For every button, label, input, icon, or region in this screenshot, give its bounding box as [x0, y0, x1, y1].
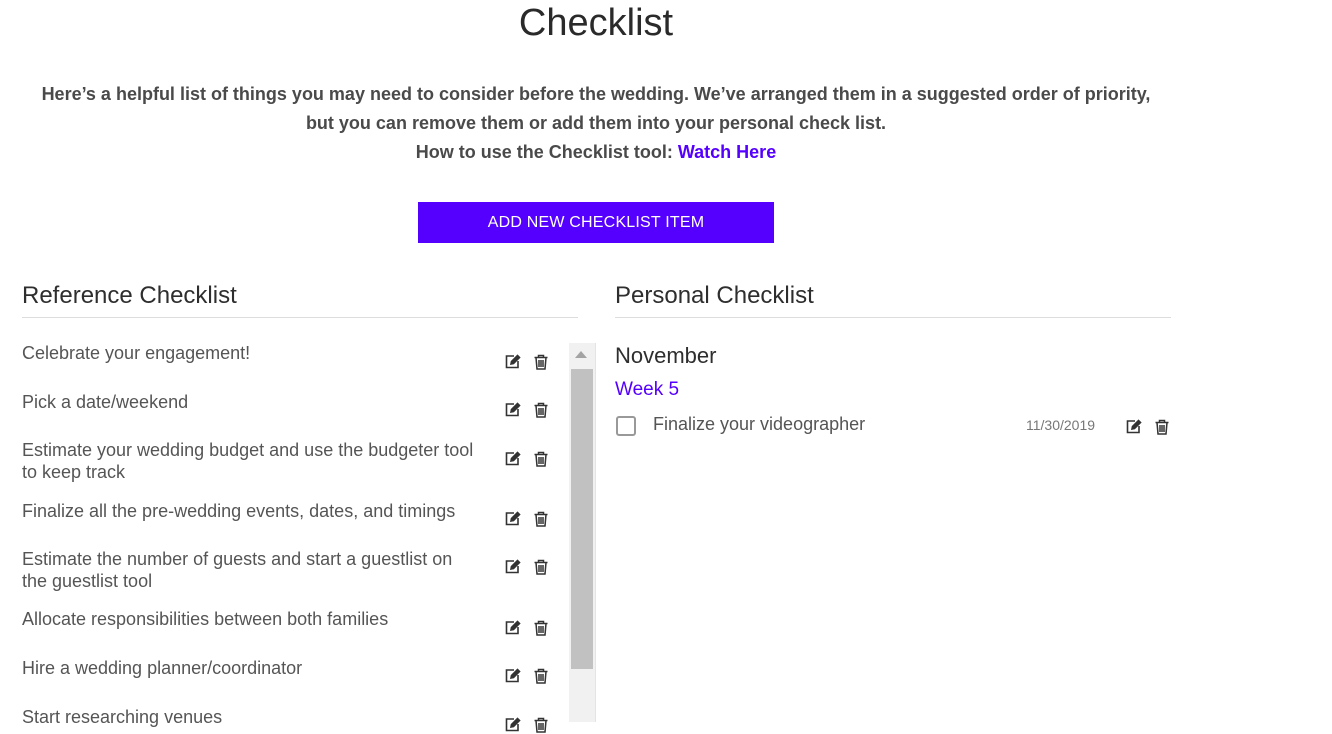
personal-item-label: Finalize your videographer: [653, 414, 866, 434]
trash-icon[interactable]: [532, 619, 550, 637]
edit-icon[interactable]: [503, 510, 521, 528]
reference-divider: [22, 317, 578, 318]
edit-icon[interactable]: [503, 450, 521, 468]
add-checklist-item-button[interactable]: ADD NEW CHECKLIST ITEM: [418, 202, 774, 243]
edit-icon[interactable]: [503, 667, 521, 685]
reference-checklist-title: Reference Checklist: [22, 282, 237, 309]
personal-divider: [615, 317, 1171, 318]
item-checkbox[interactable]: [616, 416, 636, 436]
edit-icon[interactable]: [503, 353, 521, 371]
trash-icon[interactable]: [532, 353, 550, 371]
trash-icon[interactable]: [532, 510, 550, 528]
personal-checklist-item: Finalize your videographer 11/30/2019: [615, 414, 1171, 438]
reference-item-label: Start researching venues: [22, 707, 223, 727]
reference-item-label: Allocate responsibilities between both f…: [22, 609, 389, 629]
reference-item-label: Estimate the number of guests and start …: [22, 549, 453, 591]
personal-item-date: 11/30/2019: [1026, 417, 1096, 433]
month-heading: November: [615, 343, 717, 368]
personal-checklist-title: Personal Checklist: [615, 282, 814, 309]
edit-icon[interactable]: [503, 558, 521, 576]
trash-icon[interactable]: [1153, 418, 1171, 436]
edit-icon[interactable]: [503, 716, 521, 734]
watch-here-link[interactable]: Watch Here: [678, 142, 776, 162]
reference-item-label: Finalize all the pre-wedding events, dat…: [22, 501, 456, 521]
trash-icon[interactable]: [532, 667, 550, 685]
edit-icon[interactable]: [1124, 418, 1142, 436]
week-heading: Week 5: [615, 379, 680, 400]
howto-label: How to use the Checklist tool:: [415, 142, 673, 162]
intro-description: Here’s a helpful list of things you may …: [41, 84, 1151, 133]
howto-line: How to use the Checklist tool: Watch Her…: [30, 138, 1162, 167]
intro-text: Here’s a helpful list of things you may …: [30, 80, 1162, 167]
trash-icon[interactable]: [532, 558, 550, 576]
page-title: Checklist: [518, 2, 674, 44]
scroll-up-arrow-icon[interactable]: [575, 351, 587, 358]
reference-item-label: Estimate your wedding budget and use the…: [22, 440, 474, 482]
trash-icon[interactable]: [532, 401, 550, 419]
trash-icon[interactable]: [532, 450, 550, 468]
reference-item-label: Pick a date/weekend: [22, 392, 189, 412]
reference-item-label: Hire a wedding planner/coordinator: [22, 658, 303, 678]
edit-icon[interactable]: [503, 619, 521, 637]
edit-icon[interactable]: [503, 401, 521, 419]
reference-item-label: Celebrate your engagement!: [22, 343, 251, 363]
reference-scrollbar[interactable]: [569, 343, 596, 722]
trash-icon[interactable]: [532, 716, 550, 734]
scroll-thumb[interactable]: [571, 369, 593, 669]
